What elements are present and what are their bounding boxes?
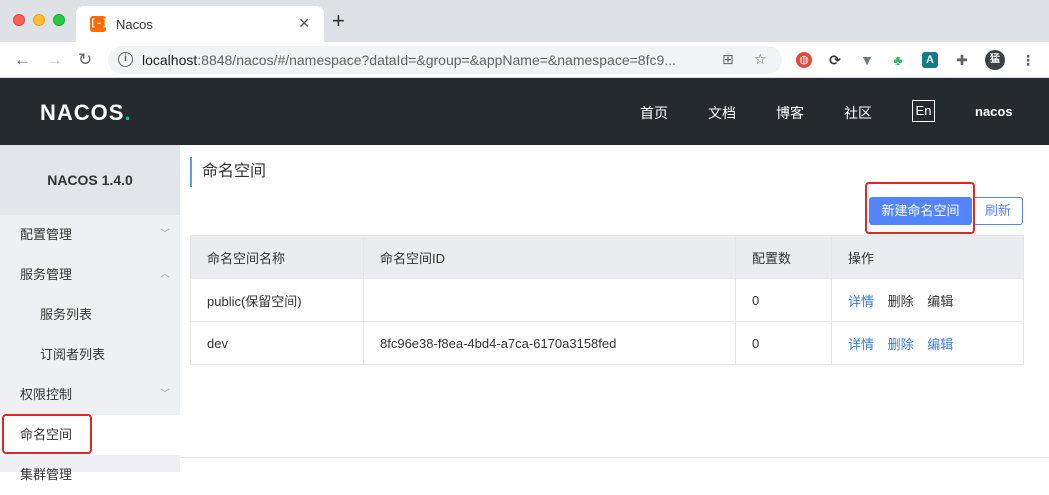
divider (180, 457, 1049, 458)
tab-title: Nacos (116, 17, 153, 32)
main-content: 命名空间 新建命名空间 刷新 命名空间名称 命名空间ID 配置数 操作 publ… (180, 145, 1049, 472)
row-actions: 详情 删除 编辑 (831, 321, 1024, 365)
sidebar-title: NACOS 1.4.0 (0, 145, 180, 215)
chevron-down-icon: ﹀ (160, 229, 170, 240)
sidebar-item-access-control[interactable]: 权限控制 ﹀ (0, 375, 180, 415)
language-switch-button[interactable]: En (912, 100, 935, 122)
column-header-actions: 操作 (831, 235, 1024, 279)
table-header-row: 命名空间名称 命名空间ID 配置数 操作 (190, 235, 1024, 279)
sidebar-item-service-management[interactable]: 服务管理 ︿ (0, 255, 180, 295)
extensions-puzzle-icon[interactable]: ✚ (954, 52, 970, 68)
refresh-button[interactable]: 刷新 (973, 197, 1023, 225)
nacos-favicon-icon: [-] (90, 16, 108, 32)
namespace-name: dev (190, 321, 364, 365)
window-maximize-button[interactable] (53, 14, 65, 26)
details-link[interactable]: 详情 (848, 294, 874, 309)
config-count: 0 (735, 278, 832, 322)
extension-sync-icon[interactable]: ⟳ (827, 52, 843, 68)
nacos-logo[interactable]: NACOS. (40, 100, 132, 126)
chevron-down-icon: ﹀ (160, 389, 170, 400)
sidebar: NACOS 1.4.0 配置管理 ﹀ 服务管理 ︿ 服务列表 订阅者列表 权限控… (0, 145, 180, 482)
site-info-icon[interactable]: i (118, 52, 133, 67)
edit-link[interactable]: 编辑 (927, 294, 953, 309)
table-row: public(保留空间) 0 详情 删除 编辑 (190, 278, 1024, 322)
chevron-up-icon: ︿ (160, 269, 170, 280)
reload-icon[interactable]: ↻ (78, 50, 92, 70)
sidebar-item-subscriber-list[interactable]: 订阅者列表 (0, 335, 180, 375)
browser-toolbar: ← → ↻ i localhost:8848/nacos/#/namespace… (0, 42, 1049, 78)
edit-link[interactable]: 编辑 (927, 337, 953, 352)
details-link[interactable]: 详情 (848, 337, 874, 352)
browser-tabbar: [-] Nacos ✕ + (0, 0, 1049, 42)
forward-arrow-icon[interactable]: → (46, 50, 63, 70)
browser-menu-icon[interactable]: ⋮ (1020, 52, 1036, 68)
back-arrow-icon[interactable]: ← (14, 50, 31, 70)
highlight-box-namespace (2, 414, 92, 454)
delete-link[interactable]: 删除 (888, 294, 914, 309)
namespace-table: 命名空间名称 命名空间ID 配置数 操作 public(保留空间) 0 详情 删… (190, 235, 1024, 365)
delete-link[interactable]: 删除 (888, 337, 914, 352)
translate-icon[interactable]: ⊞ (722, 51, 734, 68)
nav-home[interactable]: 首页 (640, 103, 668, 123)
window-minimize-button[interactable] (33, 14, 45, 26)
nav-blog[interactable]: 博客 (776, 103, 804, 123)
namespace-name: public(保留空间) (190, 278, 364, 322)
namespace-id (363, 278, 736, 322)
window-close-button[interactable] (13, 14, 25, 26)
new-tab-button[interactable]: + (332, 10, 345, 32)
extension-a-icon[interactable]: A (922, 52, 938, 68)
extension-red-icon[interactable]: ◍ (796, 52, 812, 68)
address-bar[interactable]: i localhost:8848/nacos/#/namespace?dataI… (108, 46, 782, 74)
config-count: 0 (735, 321, 832, 365)
column-header-id: 命名空间ID (363, 235, 736, 279)
close-tab-icon[interactable]: ✕ (298, 15, 310, 32)
nav-community[interactable]: 社区 (844, 103, 872, 123)
sidebar-item-service-list[interactable]: 服务列表 (0, 295, 180, 335)
column-header-name: 命名空间名称 (190, 235, 364, 279)
user-menu[interactable]: nacos (975, 104, 1013, 119)
row-actions: 详情 删除 编辑 (831, 278, 1024, 322)
highlight-box-create (865, 182, 975, 234)
evernote-icon[interactable]: ♣ (890, 52, 906, 68)
page-title: 命名空间 (190, 157, 266, 187)
nav-docs[interactable]: 文档 (708, 103, 736, 123)
table-row: dev 8fc96e38-f8ea-4bd4-a7ca-6170a3158fed… (190, 321, 1024, 365)
browser-tab[interactable]: [-] Nacos ✕ (76, 6, 324, 42)
namespace-id: 8fc96e38-f8ea-4bd4-a7ca-6170a3158fed (363, 321, 736, 365)
bookmark-star-icon[interactable]: ☆ (754, 51, 767, 68)
profile-avatar[interactable]: 猛 (985, 50, 1005, 70)
extension-v-icon[interactable]: ▼ (859, 52, 875, 68)
app-header: NACOS. 首页 文档 博客 社区 En nacos (0, 78, 1049, 145)
column-header-count: 配置数 (735, 235, 832, 279)
sidebar-item-cluster-management[interactable]: 集群管理 (0, 455, 180, 495)
url-text[interactable]: localhost:8848/nacos/#/namespace?dataId=… (142, 52, 676, 68)
sidebar-item-config-management[interactable]: 配置管理 ﹀ (0, 215, 180, 255)
